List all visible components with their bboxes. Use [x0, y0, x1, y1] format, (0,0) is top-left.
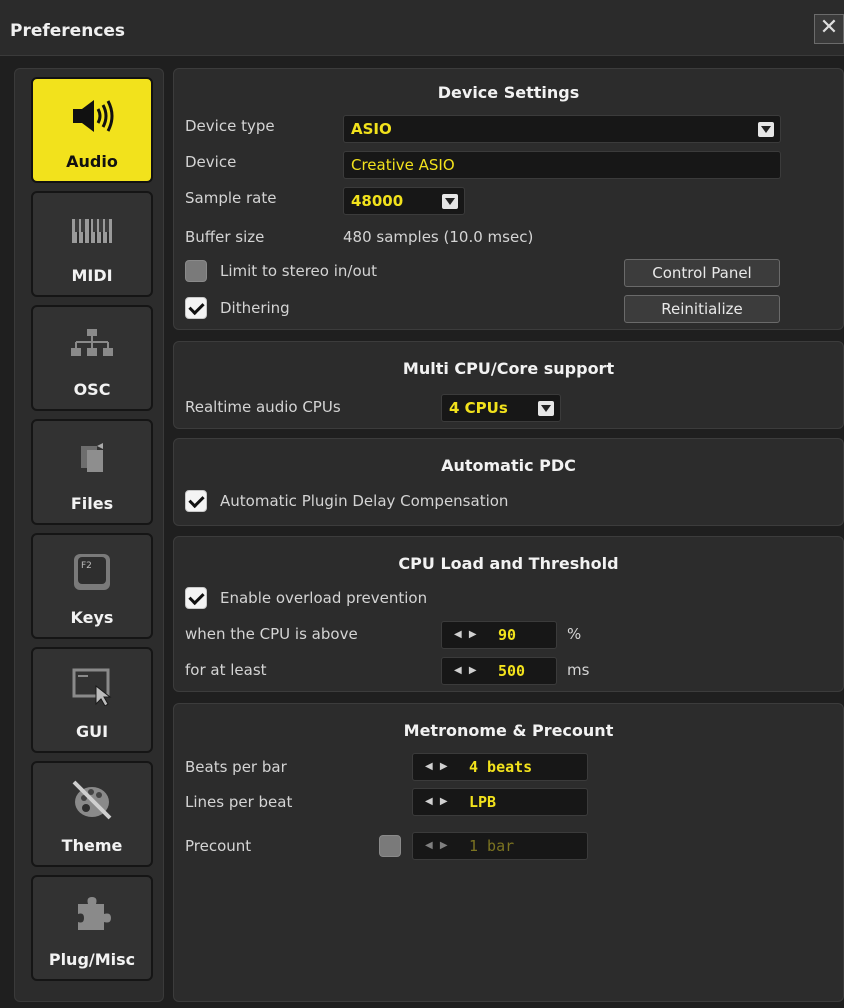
puzzle-icon — [33, 889, 151, 939]
pdc-label: Automatic Plugin Delay Compensation — [220, 492, 509, 510]
piano-keys-icon — [33, 205, 151, 255]
sidebar: Audio MIDI OSC Files F2 Keys GUI Theme P… — [14, 68, 164, 1002]
close-button[interactable]: ✕ — [814, 14, 844, 44]
tab-audio[interactable]: Audio — [31, 77, 153, 183]
dithering-label: Dithering — [220, 299, 290, 317]
stereo-checkbox[interactable] — [185, 260, 207, 282]
device-settings-panel: Device Settings Device type ASIO Device … — [173, 68, 844, 330]
cpu-above-unit: % — [567, 625, 582, 643]
device-type-value: ASIO — [351, 120, 392, 138]
cpu-load-panel: CPU Load and Threshold Enable overload p… — [173, 536, 844, 692]
control-panel-button[interactable]: Control Panel — [624, 259, 780, 287]
files-icon — [33, 433, 151, 483]
spinner-arrows-icon[interactable]: ◀ ▶ — [425, 754, 450, 780]
tab-label: GUI — [75, 722, 109, 741]
cpu-above-value: 90 — [498, 626, 517, 644]
tab-label: Theme — [61, 836, 123, 855]
keyboard-key-icon: F2 — [33, 547, 151, 597]
overload-checkbox[interactable] — [185, 587, 207, 609]
automatic-pdc-panel: Automatic PDC Automatic Plugin Delay Com… — [173, 438, 844, 526]
tab-midi[interactable]: MIDI — [31, 191, 153, 297]
pdc-checkbox[interactable] — [185, 490, 207, 512]
chevron-down-icon — [538, 401, 554, 416]
tab-label: Files — [70, 494, 114, 513]
sample-rate-value: 48000 — [351, 192, 404, 210]
panel-title: Device Settings — [437, 83, 580, 102]
tab-label: MIDI — [71, 266, 113, 285]
precount-checkbox[interactable] — [379, 835, 401, 857]
sample-rate-select[interactable]: 48000 — [343, 187, 465, 215]
overload-label: Enable overload prevention — [220, 589, 428, 607]
buffer-size-label: Buffer size — [185, 228, 265, 246]
beats-per-bar-label: Beats per bar — [185, 758, 287, 776]
at-least-value: 500 — [498, 662, 526, 680]
stereo-label: Limit to stereo in/out — [220, 262, 378, 280]
precount-spinner: ◀ ▶ 1 bar — [412, 832, 588, 860]
palette-icon — [33, 775, 151, 825]
metronome-panel: Metronome & Precount Beats per bar ◀ ▶ 4… — [173, 703, 844, 1002]
spinner-arrows-icon[interactable]: ◀ ▶ — [454, 622, 479, 648]
realtime-cpus-label: Realtime audio CPUs — [185, 398, 341, 416]
device-label: Device — [185, 153, 237, 171]
at-least-unit: ms — [567, 661, 590, 679]
network-icon — [33, 319, 151, 369]
lines-per-beat-value: LPB — [469, 793, 497, 811]
precount-value: 1 bar — [469, 837, 515, 855]
tab-osc[interactable]: OSC — [31, 305, 153, 411]
at-least-spinner[interactable]: ◀ ▶ 500 — [441, 657, 557, 685]
tab-plug-misc[interactable]: Plug/Misc — [31, 875, 153, 981]
panel-title: Automatic PDC — [441, 456, 576, 475]
tab-label: Keys — [70, 608, 114, 627]
panel-title: Multi CPU/Core support — [402, 359, 615, 378]
lines-per-beat-label: Lines per beat — [185, 793, 293, 811]
panel-title: CPU Load and Threshold — [398, 554, 619, 573]
chevron-down-icon — [442, 194, 458, 209]
spinner-arrows-icon[interactable]: ◀ ▶ — [425, 789, 450, 815]
title-bar: Preferences ✕ — [0, 0, 844, 56]
reinitialize-button[interactable]: Reinitialize — [624, 295, 780, 323]
buffer-size-value: 480 samples (10.0 msec) — [343, 228, 534, 246]
lines-per-beat-spinner[interactable]: ◀ ▶ LPB — [412, 788, 588, 816]
device-type-select[interactable]: ASIO — [343, 115, 781, 143]
device-value: Creative ASIO — [351, 156, 455, 174]
beats-per-bar-spinner[interactable]: ◀ ▶ 4 beats — [412, 753, 588, 781]
tab-label: Plug/Misc — [48, 950, 136, 969]
at-least-label: for at least — [185, 661, 267, 679]
tab-theme[interactable]: Theme — [31, 761, 153, 867]
key-cap-text: F2 — [81, 561, 92, 571]
realtime-cpus-value: 4 CPUs — [449, 399, 508, 417]
precount-label: Precount — [185, 837, 252, 855]
beats-per-bar-value: 4 beats — [469, 758, 533, 776]
tab-files[interactable]: Files — [31, 419, 153, 525]
cpu-above-spinner[interactable]: ◀ ▶ 90 — [441, 621, 557, 649]
dithering-checkbox[interactable] — [185, 297, 207, 319]
tab-gui[interactable]: GUI — [31, 647, 153, 753]
spinner-arrows-icon: ◀ ▶ — [425, 840, 450, 851]
spinner-arrows-icon[interactable]: ◀ ▶ — [454, 658, 479, 684]
tab-keys[interactable]: F2 Keys — [31, 533, 153, 639]
realtime-cpus-select[interactable]: 4 CPUs — [441, 394, 561, 422]
tab-label: Audio — [66, 152, 118, 171]
multi-cpu-panel: Multi CPU/Core support Realtime audio CP… — [173, 341, 844, 429]
gui-cursor-icon — [33, 661, 151, 711]
panel-title: Metronome & Precount — [403, 721, 614, 740]
sample-rate-label: Sample rate — [185, 189, 277, 207]
device-field[interactable]: Creative ASIO — [343, 151, 781, 179]
cpu-above-label: when the CPU is above — [185, 625, 358, 643]
tab-label: OSC — [73, 380, 111, 399]
device-type-label: Device type — [185, 117, 275, 135]
window-title: Preferences — [10, 21, 126, 41]
speaker-icon — [33, 91, 151, 141]
chevron-down-icon — [758, 122, 774, 137]
